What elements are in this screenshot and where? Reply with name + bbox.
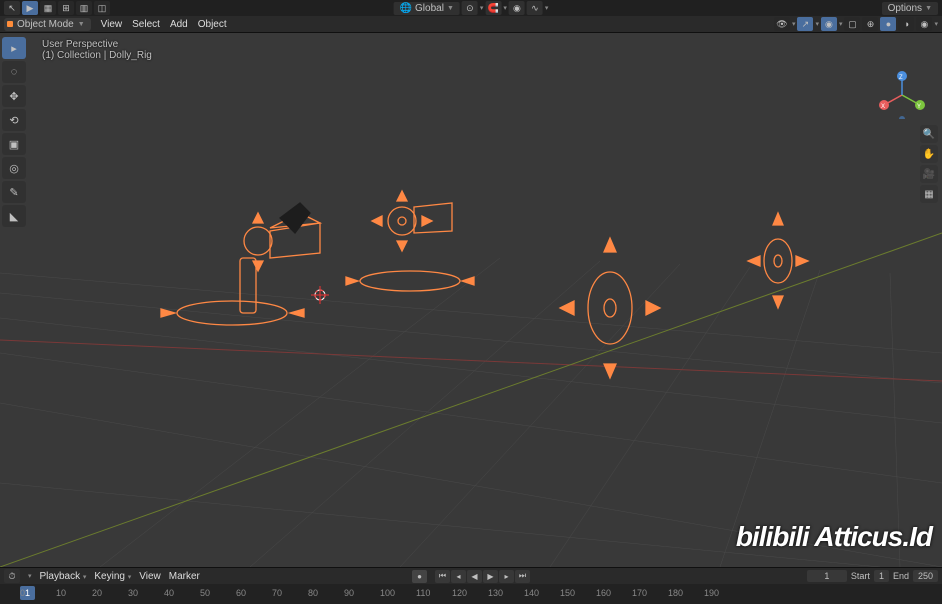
autokey-icon[interactable]: ●: [412, 570, 427, 583]
tick-mark: 0: [20, 588, 25, 598]
tweak-icon[interactable]: ▦: [40, 1, 56, 15]
viewport-3d[interactable]: User Perspective (1) Collection | Dolly_…: [0, 33, 942, 567]
tick-mark: 120: [452, 588, 467, 598]
jump-end-icon[interactable]: ⏭: [515, 570, 530, 583]
watermark: bilibili Atticus.Id: [736, 521, 932, 553]
jump-start-icon[interactable]: ⏮: [435, 570, 450, 583]
key-next-icon[interactable]: ▸: [499, 570, 514, 583]
viewport-scene: [0, 33, 942, 567]
proportional-icon[interactable]: ◫: [94, 1, 110, 15]
measure-tool[interactable]: ◣: [2, 205, 26, 227]
timeline-view-menu[interactable]: View: [139, 571, 161, 582]
annotate-tool[interactable]: ✎: [2, 181, 26, 203]
chevron-down-icon: ▼: [925, 5, 932, 12]
tick-mark: 60: [236, 588, 246, 598]
viewport-nav: 🔍 ✋ 🎥 ▦: [920, 125, 938, 203]
tick-mark: 110: [416, 588, 430, 598]
svg-text:Y: Y: [917, 104, 921, 110]
viewport-info: User Perspective (1) Collection | Dolly_…: [42, 39, 152, 61]
tick-mark: 130: [488, 588, 503, 598]
menu-view[interactable]: View: [101, 19, 123, 30]
play-reverse-icon[interactable]: ◀: [467, 570, 482, 583]
select-tool[interactable]: ◌: [2, 61, 26, 83]
tool-palette: ▸ ◌ ✥ ⟲ ▣ ◎ ✎ ◣: [0, 33, 28, 231]
tick-mark: 170: [632, 588, 647, 598]
falloff-icon[interactable]: ∿: [527, 1, 543, 15]
start-label: Start: [851, 571, 870, 581]
proportional-edit-icon[interactable]: ◉: [509, 1, 525, 15]
keying-menu[interactable]: Keying ▾: [94, 571, 131, 582]
orientation-label: Global: [415, 3, 444, 14]
pan-icon[interactable]: ✋: [920, 145, 938, 163]
tick-mark: 180: [668, 588, 683, 598]
marker-menu[interactable]: Marker: [169, 571, 200, 582]
select-box-icon[interactable]: ▶: [22, 1, 38, 15]
menu-object[interactable]: Object: [198, 19, 227, 30]
grid-icon[interactable]: ⊞: [58, 1, 74, 15]
render-shading-icon[interactable]: ◉: [916, 17, 932, 31]
perspective-label: User Perspective: [42, 39, 152, 50]
persp-icon[interactable]: ▦: [920, 185, 938, 203]
move-tool[interactable]: ✥: [2, 85, 26, 107]
start-frame-field[interactable]: 1: [874, 570, 889, 582]
transform-tool[interactable]: ◎: [2, 157, 26, 179]
wireframe-shading-icon[interactable]: ⊕: [862, 17, 878, 31]
tick-mark: 50: [200, 588, 210, 598]
cursor-icon[interactable]: ↖: [4, 1, 20, 15]
tick-mark: 140: [524, 588, 539, 598]
timeline-editor-icon[interactable]: ⏱: [4, 569, 20, 583]
menu-add[interactable]: Add: [170, 19, 188, 30]
solid-shading-icon[interactable]: ●: [880, 17, 896, 31]
tick-mark: 100: [380, 588, 395, 598]
tick-mark: 190: [704, 588, 719, 598]
timeline-header: ⏱ ▾ Playback ▾ Keying ▾ View Marker ● ⏮ …: [0, 567, 942, 584]
scale-tool[interactable]: ▣: [2, 133, 26, 155]
mode-dropdown[interactable]: Object Mode ▼: [4, 18, 91, 31]
gizmo-icon[interactable]: ↗: [797, 17, 813, 31]
tick-mark: 80: [308, 588, 318, 598]
material-shading-icon[interactable]: ◑: [898, 17, 914, 31]
options-button[interactable]: Options ▼: [882, 2, 938, 15]
end-label: End: [893, 571, 909, 581]
menu-select[interactable]: Select: [132, 19, 160, 30]
tick-mark: 70: [272, 588, 282, 598]
top-toolbar: ↖ ▶ ▦ ⊞ ▥ ◫ 🌐 Global ▼ ⊙ ▾ 🧲 ▾ ◉ ∿ ▾ Opt…: [0, 0, 942, 16]
object-mode-icon: [7, 21, 13, 27]
snap-icon[interactable]: ▥: [76, 1, 92, 15]
pivot-icon[interactable]: ⊙: [462, 1, 478, 15]
cursor-tool[interactable]: ▸: [2, 37, 26, 59]
tick-mark: 160: [596, 588, 611, 598]
chevron-down-icon: ▼: [78, 21, 85, 28]
tick-mark: 10: [56, 588, 66, 598]
rotate-tool[interactable]: ⟲: [2, 109, 26, 131]
active-object-label: (1) Collection | Dolly_Rig: [42, 50, 152, 61]
tick-mark: 20: [92, 588, 102, 598]
tick-mark: 150: [560, 588, 575, 598]
snap-toggle-icon[interactable]: 🧲: [485, 1, 501, 15]
end-frame-field[interactable]: 250: [913, 570, 938, 582]
current-frame-field[interactable]: 1: [807, 570, 847, 582]
play-icon[interactable]: ▶: [483, 570, 498, 583]
xray-icon[interactable]: ▢: [844, 17, 860, 31]
playback-menu[interactable]: Playback ▾: [40, 571, 87, 582]
editor-header: Object Mode ▼ View Select Add Object 👁 ▾…: [0, 16, 942, 33]
svg-text:X: X: [881, 104, 885, 110]
eye-icon[interactable]: 👁: [774, 17, 790, 31]
timeline-track[interactable]: 1 01020304050607080901001101201301401501…: [0, 584, 942, 604]
chevron-down-icon: ▼: [447, 5, 454, 12]
globe-icon: 🌐: [400, 3, 412, 14]
axis-gizmo[interactable]: X Y Z: [878, 71, 926, 122]
svg-text:Z: Z: [899, 75, 903, 81]
orientation-dropdown[interactable]: 🌐 Global ▼: [394, 2, 460, 15]
key-prev-icon[interactable]: ◂: [451, 570, 466, 583]
overlay-icon[interactable]: ◉: [821, 17, 837, 31]
tick-mark: 30: [128, 588, 138, 598]
camera-icon[interactable]: 🎥: [920, 165, 938, 183]
tick-mark: 90: [344, 588, 354, 598]
tick-mark: 40: [164, 588, 174, 598]
zoom-icon[interactable]: 🔍: [920, 125, 938, 143]
